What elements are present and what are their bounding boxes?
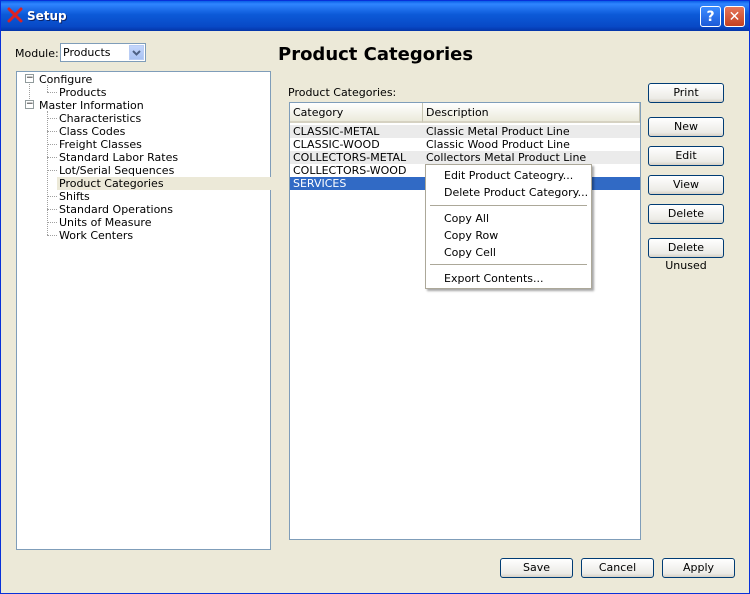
tree-guide-line xyxy=(47,196,57,197)
tree-guide-line xyxy=(47,170,57,171)
view-button[interactable]: View xyxy=(648,175,724,195)
cancel-button[interactable]: Cancel xyxy=(581,558,654,578)
menu-item-edit-product-category[interactable]: Edit Product Cateogry... xyxy=(444,168,573,183)
tree-group-master-information[interactable]: Master Information xyxy=(39,99,144,112)
menu-item-copy-all[interactable]: Copy All xyxy=(444,211,489,226)
edit-button[interactable]: Edit xyxy=(648,146,724,166)
tree-item-characteristics[interactable]: Characteristics xyxy=(59,112,141,125)
title-bar[interactable]: Setup ? ✕ xyxy=(1,1,749,31)
menu-item-copy-cell[interactable]: Copy Cell xyxy=(444,245,496,260)
category-cell: SERVICES xyxy=(293,177,347,190)
collapse-icon[interactable]: − xyxy=(25,74,34,83)
menu-item-delete-product-category[interactable]: Delete Product Category... xyxy=(444,185,588,200)
menu-separator xyxy=(430,205,587,206)
table-row[interactable]: CLASSIC-WOOD Classic Wood Product Line xyxy=(290,138,640,151)
tree-item-units-of-measure[interactable]: Units of Measure xyxy=(59,216,151,229)
tree-item-standard-operations[interactable]: Standard Operations xyxy=(59,203,173,216)
tree-item-class-codes[interactable]: Class Codes xyxy=(59,125,125,138)
tree-guide-line xyxy=(47,144,57,145)
tree-guide-line xyxy=(47,131,57,132)
tree-item-lot-serial-sequences[interactable]: Lot/Serial Sequences xyxy=(59,164,174,177)
menu-separator xyxy=(430,264,587,265)
tree-item-standard-labor-rates[interactable]: Standard Labor Rates xyxy=(59,151,178,164)
category-cell: CLASSIC-WOOD xyxy=(293,138,380,151)
description-cell: Collectors Metal Product Line xyxy=(426,151,587,164)
tree-guide-line xyxy=(47,85,48,92)
tree-item-work-centers[interactable]: Work Centers xyxy=(59,229,133,242)
tree-guide-line xyxy=(47,209,57,210)
context-menu: Edit Product Cateogry... Delete Product … xyxy=(425,164,592,289)
tree-group-configure[interactable]: Configure xyxy=(39,73,92,86)
module-label: Module: xyxy=(15,47,59,60)
close-button[interactable]: ✕ xyxy=(724,6,745,27)
tree-guide-line xyxy=(47,111,48,235)
menu-item-export-contents[interactable]: Export Contents... xyxy=(444,271,543,286)
tree-guide-line xyxy=(47,235,57,236)
tree-item-product-categories[interactable]: Product Categories xyxy=(57,177,272,190)
tree-item-shifts[interactable]: Shifts xyxy=(59,190,90,203)
tree-item-freight-classes[interactable]: Freight Classes xyxy=(59,138,142,151)
help-button[interactable]: ? xyxy=(700,6,721,27)
print-button[interactable]: Print xyxy=(648,83,724,103)
description-cell: Classic Wood Product Line xyxy=(426,138,570,151)
column-header-description[interactable]: Description xyxy=(423,103,640,123)
apply-button[interactable]: Apply xyxy=(662,558,735,578)
tree-guide-line xyxy=(47,157,57,158)
category-cell: COLLECTORS-METAL xyxy=(293,151,407,164)
module-value: Products xyxy=(63,46,111,59)
setup-window: Setup ? ✕ Module: Products − Configure P… xyxy=(0,0,750,594)
menu-item-copy-row[interactable]: Copy Row xyxy=(444,228,498,243)
description-cell: Classic Metal Product Line xyxy=(426,125,570,138)
setup-tree[interactable]: − Configure Products − Master Informatio… xyxy=(16,71,272,550)
column-header-category[interactable]: Category xyxy=(290,103,423,123)
delete-button[interactable]: Delete xyxy=(648,204,724,224)
list-label: Product Categories: xyxy=(288,86,397,99)
new-button[interactable]: New xyxy=(648,117,724,137)
tree-guide-line xyxy=(47,92,57,93)
tree-guide-line xyxy=(47,222,57,223)
collapse-icon[interactable]: − xyxy=(25,100,34,109)
tree-item-products[interactable]: Products xyxy=(59,86,107,99)
module-select[interactable]: Products xyxy=(60,43,146,62)
save-button[interactable]: Save xyxy=(500,558,573,578)
page-title: Product Categories xyxy=(278,44,474,65)
chevron-down-icon[interactable] xyxy=(129,45,144,60)
delete-unused-button[interactable]: Delete Unused xyxy=(648,238,724,272)
tree-guide-line xyxy=(47,118,57,119)
category-cell: COLLECTORS-WOOD xyxy=(293,164,407,177)
window-title: Setup xyxy=(27,9,67,23)
app-logo-icon xyxy=(7,7,23,23)
table-row[interactable]: CLASSIC-METAL Classic Metal Product Line xyxy=(290,125,640,138)
table-row[interactable]: COLLECTORS-METAL Collectors Metal Produc… xyxy=(290,151,640,164)
category-cell: CLASSIC-METAL xyxy=(293,125,380,138)
